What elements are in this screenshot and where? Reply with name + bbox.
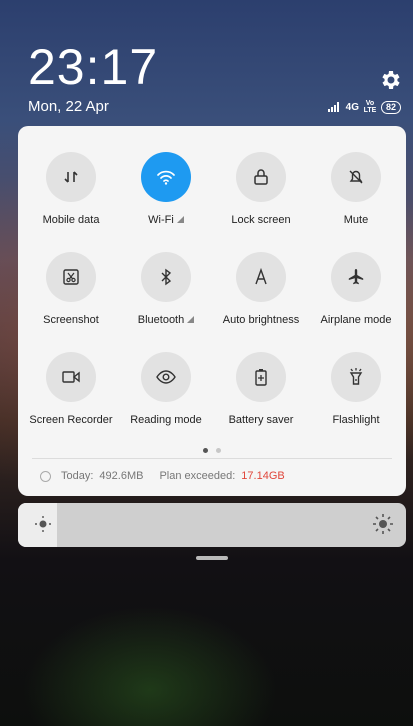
toggle-label-text: Screenshot [43, 314, 99, 326]
toggle-label-text: Wi-Fi [148, 214, 174, 226]
toggle-flashlight[interactable]: Flashlight [308, 352, 404, 426]
video-camera-icon [62, 371, 80, 383]
mobile-data-icon [64, 171, 78, 183]
page-dot [216, 448, 221, 453]
toggle-reading-mode[interactable]: Reading mode [118, 352, 214, 426]
battery-icon [255, 369, 267, 386]
quick-settings-panel: Mobile data Wi-Fi Lock screen Mute Screensho… [18, 126, 406, 496]
status-bar: 4G Vo LTE 82 [327, 100, 401, 114]
toggle-button[interactable] [141, 352, 191, 402]
eye-icon [156, 370, 176, 384]
signal-icon [327, 102, 339, 112]
airplane-icon [348, 269, 364, 285]
data-usage-icon [40, 470, 51, 482]
brightness-high-icon [373, 514, 393, 534]
today-label: Today: [61, 470, 94, 482]
screenshot-icon [63, 269, 79, 285]
page-indicator [18, 448, 406, 453]
divider [32, 458, 392, 459]
toggle-label-text: Lock screen [231, 214, 291, 226]
lock-icon [254, 169, 268, 185]
toggle-screenshot[interactable]: Screenshot [23, 252, 119, 326]
toggle-bluetooth[interactable]: Bluetooth [118, 252, 214, 326]
toggle-label-text: Battery saver [228, 414, 294, 426]
toggle-button[interactable] [331, 352, 381, 402]
toggle-label: Airplane mode [308, 314, 404, 326]
bluetooth-icon [161, 268, 172, 286]
volte-indicator: Vo LTE [363, 100, 377, 114]
date: Mon, 22 Apr [28, 98, 109, 115]
toggle-button[interactable] [46, 352, 96, 402]
toggle-button[interactable] [46, 252, 96, 302]
bell-off-icon [349, 170, 363, 184]
toggle-label: Screen Recorder [23, 414, 119, 426]
toggle-mobile-data[interactable]: Mobile data [23, 152, 119, 226]
toggle-label: Battery saver [213, 414, 309, 426]
settings-gear-icon[interactable] [378, 68, 402, 92]
expand-indicator-icon [187, 316, 195, 323]
toggle-label: Auto brightness [213, 314, 309, 326]
toggle-button[interactable] [331, 152, 381, 202]
toggle-label: Mobile data [23, 214, 119, 226]
toggle-wi-fi[interactable]: Wi-Fi [118, 152, 214, 226]
toggle-button[interactable] [46, 152, 96, 202]
wifi-icon [157, 170, 175, 185]
toggle-button[interactable] [236, 152, 286, 202]
toggle-label: Flashlight [308, 414, 404, 426]
toggle-label-text: Flashlight [332, 414, 380, 426]
clock: 23:17 [28, 39, 159, 95]
toggle-label: Bluetooth [118, 314, 214, 326]
plan-value: 17.14GB [241, 470, 285, 482]
expand-indicator-icon [176, 216, 184, 223]
toggle-label-text: Mute [343, 214, 369, 226]
toggle-button[interactable] [236, 352, 286, 402]
toggle-button[interactable] [141, 252, 191, 302]
toggle-label-text: Screen Recorder [29, 414, 113, 426]
toggle-mute[interactable]: Mute [308, 152, 404, 226]
today-value: 492.6MB [99, 470, 144, 482]
plan-label: Plan exceeded: [159, 470, 236, 482]
brightness-slider[interactable] [18, 503, 406, 547]
toggle-label: Screenshot [23, 314, 119, 326]
toggle-label-text: Reading mode [130, 414, 202, 426]
panel-handle[interactable] [196, 556, 228, 560]
network-type: 4G [345, 101, 359, 113]
toggle-screen-recorder[interactable]: Screen Recorder [23, 352, 119, 426]
toggle-label: Wi-Fi [118, 214, 214, 226]
toggle-battery-saver[interactable]: Battery saver [213, 352, 309, 426]
auto-brightness-icon [255, 267, 267, 285]
toggle-button[interactable] [236, 252, 286, 302]
toggle-label-text: Auto brightness [222, 314, 300, 326]
data-usage: Today: 492.6MB Plan exceeded: 17.14GB [40, 470, 285, 482]
battery-level: 82 [380, 100, 401, 114]
toggle-label: Reading mode [118, 414, 214, 426]
brightness-low-icon [35, 516, 51, 532]
toggle-lock-screen[interactable]: Lock screen [213, 152, 309, 226]
toggle-button[interactable] [141, 152, 191, 202]
flashlight-icon [349, 368, 363, 385]
page-dot-active [203, 448, 208, 453]
toggle-label-text: Mobile data [42, 214, 100, 226]
toggle-label: Mute [308, 214, 404, 226]
toggle-airplane-mode[interactable]: Airplane mode [308, 252, 404, 326]
toggle-auto-brightness[interactable]: Auto brightness [213, 252, 309, 326]
toggle-button[interactable] [331, 252, 381, 302]
toggle-label-text: Bluetooth [137, 314, 185, 326]
toggle-label: Lock screen [213, 214, 309, 226]
toggle-label-text: Airplane mode [320, 314, 392, 326]
